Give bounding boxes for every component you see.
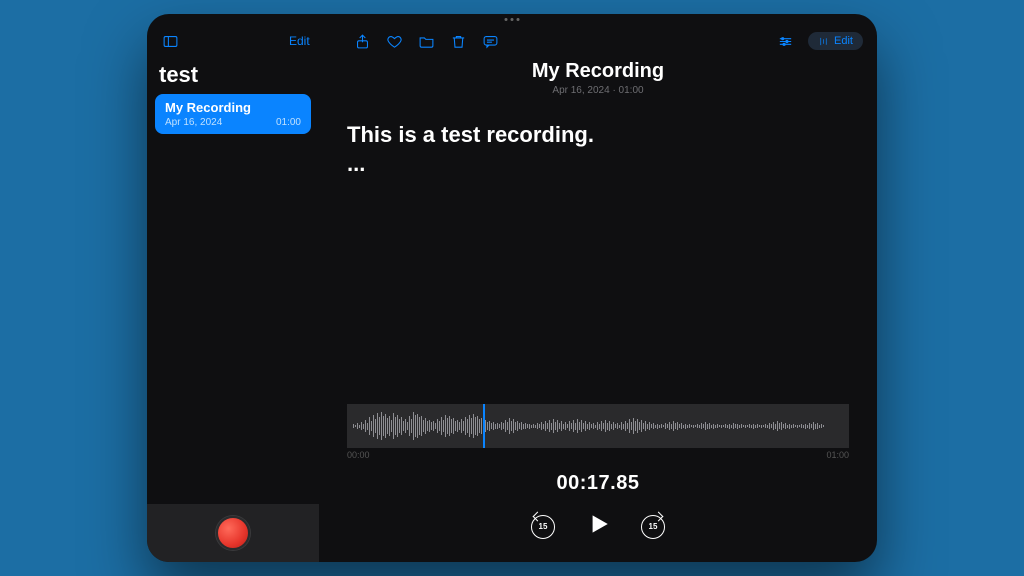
- recording-list-item[interactable]: My Recording Apr 16, 2024 01:00: [155, 94, 311, 134]
- sidebar-footer: [147, 504, 319, 562]
- transcript-text: This is a test recording.: [319, 96, 877, 151]
- recording-title: My Recording: [319, 60, 877, 83]
- content: test My Recording Apr 16, 2024 01:00 My …: [147, 58, 877, 562]
- folder-title: test: [147, 58, 319, 94]
- favorite-icon[interactable]: [386, 32, 404, 50]
- window-handle-dots: [505, 18, 520, 21]
- edit-button-left[interactable]: Edit: [289, 34, 310, 48]
- edit-recording-label: Edit: [834, 35, 853, 47]
- trash-icon[interactable]: [450, 32, 468, 50]
- app-window: Edit Edit test My Recording: [147, 14, 877, 562]
- share-icon[interactable]: [354, 32, 372, 50]
- options-icon[interactable]: [776, 32, 794, 50]
- time-start: 00:00: [347, 450, 370, 460]
- skip-forward-button[interactable]: 15: [641, 515, 665, 539]
- recording-duration: 01:00: [276, 117, 301, 128]
- playhead[interactable]: [483, 404, 485, 448]
- sidebar: test My Recording Apr 16, 2024 01:00: [147, 58, 319, 562]
- edit-recording-button[interactable]: Edit: [808, 32, 863, 50]
- sidebar-toggle-icon[interactable]: [161, 32, 179, 50]
- folder-icon[interactable]: [418, 32, 436, 50]
- playback-controls: 15 15: [319, 511, 877, 542]
- detail-pane: My Recording Apr 16, 2024 · 01:00 This i…: [319, 58, 877, 562]
- time-end: 01:00: [826, 450, 849, 460]
- waveform[interactable]: [347, 404, 849, 448]
- play-button[interactable]: [585, 511, 611, 542]
- recording-subtitle: Apr 16, 2024 · 01:00: [319, 85, 877, 96]
- skip-back-button[interactable]: 15: [531, 515, 555, 539]
- record-button[interactable]: [216, 516, 250, 550]
- current-time: 00:17.85: [319, 472, 877, 495]
- transcript-continuation: ...: [319, 151, 877, 177]
- toolbar: Edit Edit: [147, 24, 877, 58]
- recording-name: My Recording: [165, 100, 301, 115]
- transcript-icon[interactable]: [482, 32, 500, 50]
